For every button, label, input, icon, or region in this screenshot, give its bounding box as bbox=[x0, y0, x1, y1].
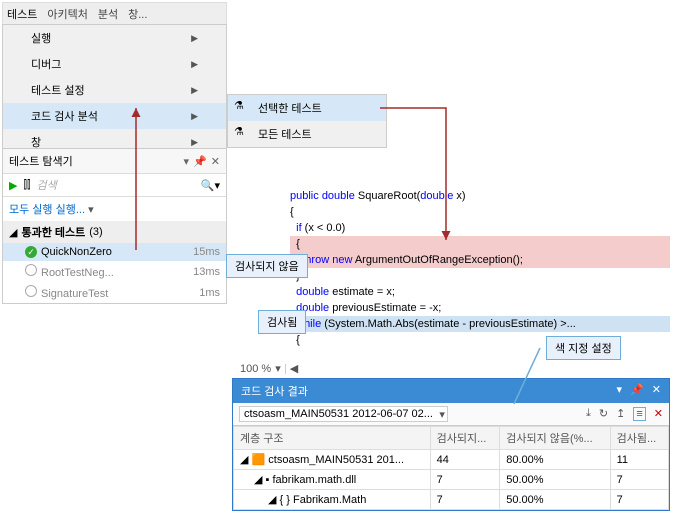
menu-architecture[interactable]: 아키텍처 bbox=[47, 6, 87, 22]
expander-icon[interactable]: ◢ bbox=[268, 494, 280, 506]
code-editor[interactable]: public double SquareRoot(double x){ if (… bbox=[290, 188, 670, 348]
code-line[interactable]: { bbox=[290, 204, 670, 220]
expander-icon[interactable]: ◢ bbox=[254, 474, 266, 486]
cell: 7 bbox=[430, 470, 500, 490]
table-row[interactable]: ◢ ▪ fabrikam.math.dll 750.00%7 bbox=[234, 470, 669, 490]
cell: 7 bbox=[430, 490, 500, 510]
menu-test[interactable]: 테스트 bbox=[7, 6, 37, 22]
pin-icon[interactable]: 📌 bbox=[630, 383, 644, 399]
cell: 11 bbox=[610, 450, 668, 470]
search-input[interactable]: 검색 bbox=[37, 177, 195, 193]
test-explorer-panel: 테스트 탐색기 ▾ 📌 ✕ ▶ ⫿⫿ 검색 🔍▾ 모두 실행 실행... ▾ ◢… bbox=[2, 148, 227, 304]
node-icon: 🟧 bbox=[252, 454, 266, 466]
delete-icon[interactable]: ✕ bbox=[654, 407, 663, 421]
expander-icon[interactable]: ◢ bbox=[240, 454, 252, 466]
menu-debug[interactable]: 디버그▶ bbox=[3, 51, 226, 77]
test-item[interactable]: SignatureTest 1ms bbox=[3, 282, 226, 303]
flask-icon: ⚗ bbox=[234, 125, 244, 138]
pin-icon[interactable]: 📌 bbox=[193, 155, 207, 168]
scroll-left-icon[interactable]: ◀ bbox=[290, 362, 298, 375]
results-title-bar: 코드 검사 결과 ▾ 📌 ✕ bbox=[233, 379, 669, 403]
cell: 7 bbox=[610, 490, 668, 510]
duration: 15ms bbox=[193, 246, 220, 258]
callout-color-setting: 색 지정 설정 bbox=[546, 336, 621, 360]
cell: 7 bbox=[610, 470, 668, 490]
panel-title: 테스트 탐색기 bbox=[9, 153, 73, 169]
test-item[interactable]: ✓QuickNonZero 15ms bbox=[3, 243, 226, 261]
results-toolbar: ctsoasm_MAIN50531 2012-06-07 02... ▾ ⤓ ↻… bbox=[233, 403, 669, 426]
pass-icon bbox=[25, 264, 37, 276]
cell: 80.00% bbox=[500, 450, 610, 470]
code-line[interactable]: while (System.Math.Abs(estimate - previo… bbox=[290, 316, 670, 332]
node-icon: ▪ bbox=[266, 474, 270, 486]
code-line[interactable]: throw new ArgumentOutOfRangeException(); bbox=[290, 252, 670, 268]
node-name: ctsoasm_MAIN50531 201... bbox=[268, 454, 404, 466]
node-icon: { } bbox=[280, 494, 290, 506]
col-not-covered-pct[interactable]: 검사되지 않음(%... bbox=[500, 427, 610, 450]
col-hierarchy[interactable]: 계층 구조 bbox=[234, 427, 431, 450]
pass-icon: ✓ bbox=[25, 246, 37, 258]
coverage-table: 계층 구조 검사되지... 검사되지 않음(%... 검사됨... ◢ 🟧 ct… bbox=[233, 426, 669, 510]
run-all-icon[interactable]: ▶ bbox=[9, 179, 17, 192]
code-coverage-submenu[interactable]: ⚗ 선택한 테스트 ⚗ 모든 테스트 bbox=[227, 94, 387, 148]
menu-test-settings[interactable]: 테스트 설정▶ bbox=[3, 77, 226, 103]
chevron-right-icon: ▶ bbox=[191, 111, 198, 122]
cell: 50.00% bbox=[500, 490, 610, 510]
chevron-right-icon: ▶ bbox=[191, 85, 198, 96]
test-menu-dropdown[interactable]: 실행▶ 디버그▶ 테스트 설정▶ 코드 검사 분석▶ 창▶ bbox=[2, 24, 227, 156]
chevron-right-icon: ▶ bbox=[191, 59, 198, 70]
code-line[interactable]: if (x < 0.0) bbox=[290, 220, 670, 236]
run-link[interactable]: 모두 실행 실행... ▾ bbox=[3, 197, 226, 221]
pass-icon bbox=[25, 285, 37, 297]
submenu-all-tests[interactable]: ⚗ 모든 테스트 bbox=[228, 121, 386, 147]
submenu-selected-tests[interactable]: ⚗ 선택한 테스트 bbox=[228, 95, 386, 121]
chevron-right-icon: ▶ bbox=[191, 137, 198, 148]
group-by-icon[interactable]: ⫿⫿ bbox=[23, 179, 30, 192]
cell: 50.00% bbox=[500, 470, 610, 490]
close-icon[interactable]: ✕ bbox=[652, 383, 661, 399]
test-group-passed[interactable]: ◢ 통과한 테스트(3) bbox=[3, 221, 226, 243]
table-row[interactable]: ◢ 🟧 ctsoasm_MAIN50531 201... 4480.00%11 bbox=[234, 450, 669, 470]
code-line[interactable]: public double SquareRoot(double x) bbox=[290, 188, 670, 204]
code-line[interactable]: { bbox=[290, 236, 670, 252]
menu-window[interactable]: 창... bbox=[128, 6, 147, 22]
test-explorer-title-bar: 테스트 탐색기 ▾ 📌 ✕ bbox=[3, 149, 226, 173]
node-name: fabrikam.math.dll bbox=[272, 474, 356, 486]
callout-covered: 검사됨 bbox=[258, 310, 306, 334]
menu-run[interactable]: 실행▶ bbox=[3, 25, 226, 51]
col-covered[interactable]: 검사됨... bbox=[610, 427, 668, 450]
code-line[interactable]: } bbox=[290, 268, 670, 284]
zoom-control[interactable]: 100 %▾ ◀ bbox=[240, 362, 298, 375]
chevron-down-icon[interactable]: ▾ bbox=[275, 362, 281, 375]
export-icon[interactable]: ↥ bbox=[616, 407, 625, 421]
col-not-covered[interactable]: 검사되지... bbox=[430, 427, 500, 450]
refresh-icon[interactable]: ↻ bbox=[599, 407, 608, 421]
panel-title: 코드 검사 결과 bbox=[241, 383, 308, 399]
code-line[interactable]: double previousEstimate = -x; bbox=[290, 300, 670, 316]
callout-not-covered: 검사되지 않음 bbox=[226, 254, 308, 278]
code-coverage-results-panel: 코드 검사 결과 ▾ 📌 ✕ ctsoasm_MAIN50531 2012-06… bbox=[232, 378, 670, 511]
search-icon[interactable]: 🔍▾ bbox=[201, 179, 220, 192]
table-row[interactable]: ◢ { } Fabrikam.Math 750.00%7 bbox=[234, 490, 669, 510]
menu-code-coverage[interactable]: 코드 검사 분석▶ bbox=[3, 103, 226, 129]
import-icon[interactable]: ⤓ bbox=[586, 407, 591, 421]
dropdown-icon[interactable]: ▾ bbox=[617, 383, 623, 399]
dropdown-icon[interactable]: ▾ bbox=[184, 155, 190, 168]
code-line[interactable]: double estimate = x; bbox=[290, 284, 670, 300]
collapse-icon[interactable]: ◢ bbox=[9, 226, 17, 239]
test-item[interactable]: RootTestNeg... 13ms bbox=[3, 261, 226, 282]
flask-icon: ⚗ bbox=[234, 99, 244, 112]
node-name: Fabrikam.Math bbox=[293, 494, 366, 506]
duration: 1ms bbox=[199, 287, 220, 299]
test-explorer-toolbar: ▶ ⫿⫿ 검색 🔍▾ bbox=[3, 173, 226, 197]
results-combo[interactable]: ctsoasm_MAIN50531 2012-06-07 02... ▾ bbox=[239, 406, 448, 422]
menu-bar[interactable]: 테스트 아키텍처 분석 창... bbox=[2, 2, 227, 26]
duration: 13ms bbox=[193, 266, 220, 278]
cell: 44 bbox=[430, 450, 500, 470]
table-header-row: 계층 구조 검사되지... 검사되지 않음(%... 검사됨... bbox=[234, 427, 669, 450]
close-icon[interactable]: ✕ bbox=[211, 155, 220, 168]
chevron-right-icon: ▶ bbox=[191, 33, 198, 44]
menu-analysis[interactable]: 분석 bbox=[98, 6, 118, 22]
highlight-icon[interactable]: ≡ bbox=[633, 407, 645, 421]
